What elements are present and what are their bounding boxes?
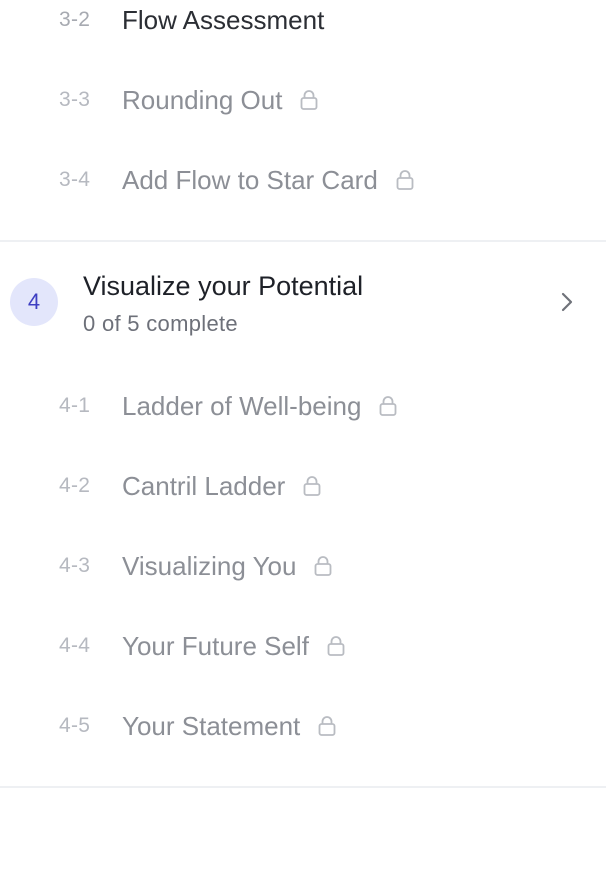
- section-progress: 0 of 5 complete: [83, 311, 238, 336]
- lesson-title: Ladder of Well-being: [122, 390, 362, 421]
- lesson-title: Flow Assessment: [122, 4, 325, 35]
- section-divider: [0, 786, 606, 788]
- lesson-number: 3-2: [59, 8, 91, 31]
- lesson-number: 4-2: [59, 474, 91, 497]
- lesson-item-3-3[interactable]: 3-3 Rounding Out: [0, 80, 606, 120]
- lesson-item-4-4[interactable]: 4-4 Your Future Self: [0, 626, 606, 666]
- lesson-number: 4-3: [59, 554, 91, 577]
- lesson-number: 4-5: [59, 714, 91, 737]
- lock-icon: [315, 556, 332, 576]
- lock-icon: [301, 90, 318, 110]
- section-header-4[interactable]: 4 Visualize your Potential 0 of 5 comple…: [0, 262, 606, 342]
- lesson-item-3-4[interactable]: 3-4 Add Flow to Star Card: [0, 160, 606, 200]
- lock-icon: [318, 716, 336, 736]
- lesson-title: Your Future Self: [122, 630, 309, 661]
- lesson-title: Add Flow to Star Card: [122, 164, 378, 195]
- lesson-title: Your Statement: [122, 710, 301, 741]
- lesson-item-4-3[interactable]: 4-3 Visualizing You: [0, 546, 606, 586]
- lesson-number: 4-4: [59, 634, 91, 657]
- lesson-number: 3-4: [59, 168, 91, 191]
- lock-icon: [327, 636, 345, 656]
- lesson-item-3-2[interactable]: 3-2 Flow Assessment: [0, 0, 606, 40]
- lesson-title: Cantril Ladder: [122, 470, 286, 501]
- lesson-item-4-5[interactable]: 4-5 Your Statement: [0, 706, 606, 746]
- lesson-item-4-1[interactable]: 4-1 Ladder of Well-being: [0, 386, 606, 426]
- lesson-item-4-2[interactable]: 4-2 Cantril Ladder: [0, 466, 606, 506]
- lock-icon: [303, 476, 321, 496]
- lock-icon: [380, 396, 397, 416]
- section-title: Visualize your Potential: [83, 271, 364, 301]
- lesson-number: 3-3: [59, 88, 91, 111]
- lesson-title: Visualizing You: [122, 550, 297, 581]
- section-number-badge: 4: [10, 278, 58, 326]
- lesson-number: 4-1: [59, 394, 91, 417]
- lock-icon: [396, 170, 414, 190]
- lesson-title: Rounding Out: [122, 84, 283, 115]
- section-divider: [0, 240, 606, 242]
- chevron-right-icon[interactable]: [559, 290, 575, 314]
